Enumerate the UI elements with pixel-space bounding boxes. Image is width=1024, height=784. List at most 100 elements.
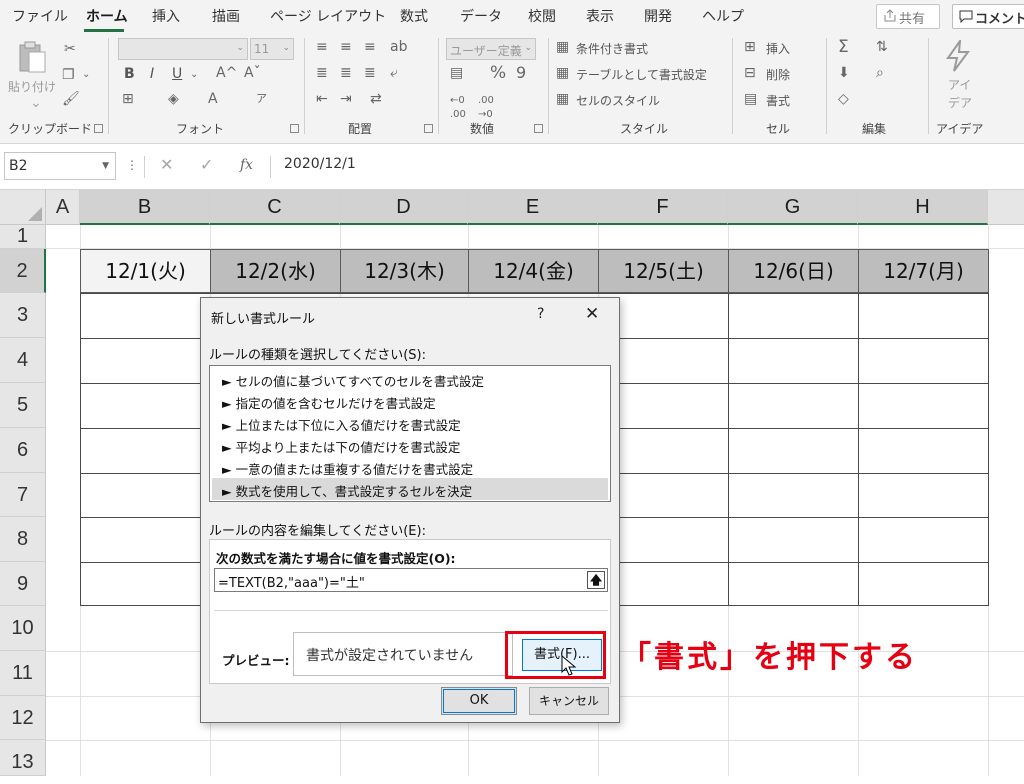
table-format-button[interactable]: テーブルとして書式設定 [576, 66, 707, 83]
cell-c2[interactable]: 12/2(水) [210, 249, 341, 293]
italic-button[interactable]: I [150, 66, 154, 82]
cell-d2[interactable]: 12/3(木) [340, 249, 469, 293]
sort-filter-icon[interactable]: ⇅ [876, 40, 888, 54]
row-header-12[interactable]: 12 [0, 696, 46, 740]
align-top-icon[interactable]: ≡ [316, 40, 328, 54]
font-color-icon[interactable]: A [208, 92, 218, 106]
column-header-c[interactable]: C [210, 190, 340, 225]
number-format-combo[interactable]: ユーザー定義 ⌄ [446, 38, 536, 60]
column-header-h[interactable]: H [858, 190, 988, 225]
column-header-g[interactable]: G [728, 190, 858, 225]
row-header-9[interactable]: 9 [0, 562, 46, 606]
paste-label[interactable]: 貼り付け [8, 78, 56, 95]
decrease-font-icon[interactable]: Aˇ [244, 66, 261, 80]
tab-home[interactable]: ホーム [86, 6, 128, 26]
row-header-4[interactable]: 4 [0, 338, 46, 383]
tab-insert[interactable]: 挿入 [152, 6, 180, 26]
row-header-13[interactable]: 13 [0, 740, 46, 776]
align-right-icon[interactable]: ≣ [364, 66, 376, 80]
select-all-button[interactable] [0, 190, 46, 225]
tab-review[interactable]: 校閲 [528, 6, 556, 26]
cancel-button[interactable]: キャンセル [529, 687, 609, 715]
find-select-icon[interactable]: ⌕ [876, 66, 884, 80]
row-header-2[interactable]: 2 [0, 249, 46, 293]
copy-dropdown-icon[interactable]: ⌄ [82, 68, 90, 82]
decrease-indent-icon[interactable]: ⇤ [316, 92, 328, 106]
insert-cells-button[interactable]: 挿入 [766, 40, 790, 57]
name-box[interactable]: B2 ▼ [4, 152, 116, 180]
tab-help[interactable]: ヘルプ [702, 6, 744, 26]
cut-icon[interactable]: ✂ [64, 42, 76, 56]
row-header-5[interactable]: 5 [0, 383, 46, 428]
rule-item[interactable]: ► 指定の値を含むセルだけを書式設定 [212, 390, 608, 412]
fill-icon[interactable]: ⬇ [838, 66, 850, 80]
tab-view[interactable]: 表示 [586, 6, 614, 26]
borders-icon[interactable]: ⊞ [122, 92, 134, 106]
phonetic-icon[interactable]: ア [256, 92, 267, 106]
row-header-3[interactable]: 3 [0, 293, 46, 338]
cancel-entry-icon[interactable]: ✕ [160, 157, 173, 173]
column-header-d[interactable]: D [340, 190, 468, 225]
rule-item[interactable]: ► 平均より上または下の値だけを書式設定 [212, 434, 608, 456]
column-header-e[interactable]: E [468, 190, 598, 225]
tab-developer[interactable]: 開発 [644, 6, 672, 26]
conditional-format-button[interactable]: 条件付き書式 [576, 40, 648, 57]
cell-g2[interactable]: 12/6(日) [728, 249, 859, 293]
ok-button[interactable]: OK [441, 687, 517, 715]
decrease-decimal-icon[interactable]: .00 →0 [478, 94, 494, 122]
ideas-icon[interactable] [944, 40, 972, 72]
cell-e2[interactable]: 12/4(金) [468, 249, 599, 293]
insert-function-icon[interactable]: fx [240, 158, 253, 172]
tab-page-layout[interactable]: ページ レイアウト [270, 6, 386, 26]
number-launcher-icon[interactable] [534, 124, 543, 133]
tab-file[interactable]: ファイル [12, 6, 68, 26]
table-format-icon[interactable]: ▦ [556, 66, 569, 80]
paste-icon[interactable] [16, 40, 48, 74]
ideas-label-2[interactable]: デア [948, 94, 972, 111]
cell-f2[interactable]: 12/5(土) [598, 249, 729, 293]
tab-formulas[interactable]: 数式 [400, 6, 428, 26]
column-header-a[interactable]: A [46, 190, 80, 225]
formula-input[interactable]: 2020/12/1 [284, 156, 356, 172]
cell-styles-icon[interactable]: ▦ [556, 92, 569, 106]
align-left-icon[interactable]: ≣ [316, 66, 328, 80]
delete-cells-icon[interactable]: ⊟ [744, 66, 756, 80]
fill-color-icon[interactable]: ◈ [168, 92, 179, 106]
rule-item[interactable]: ► 一意の値または重複する値だけを書式設定 [212, 456, 608, 478]
condition-formula-input[interactable]: =TEXT(B2,"aaa")="土" 🡅 [214, 568, 608, 592]
clipboard-launcher-icon[interactable] [94, 124, 103, 133]
row-header-6[interactable]: 6 [0, 428, 46, 473]
accounting-format-icon[interactable]: ▤ [450, 66, 463, 80]
comment-button[interactable]: コメント [952, 4, 1024, 29]
confirm-entry-icon[interactable]: ✓ [200, 157, 213, 173]
column-header-i[interactable] [988, 190, 1024, 225]
percent-icon[interactable]: % [490, 65, 506, 82]
increase-decimal-icon[interactable]: ←0.00 [450, 94, 466, 122]
cell-h2[interactable]: 12/7(月) [858, 249, 989, 293]
clear-icon[interactable]: ◇ [838, 92, 849, 106]
rule-type-list[interactable]: ► セルの値に基づいてすべてのセルを書式設定 ► 指定の値を含むセルだけを書式設… [209, 365, 611, 502]
align-bottom-icon[interactable]: ≡ [364, 40, 376, 54]
autosum-icon[interactable]: Σ [838, 39, 849, 56]
row-header-10[interactable]: 10 [0, 606, 46, 651]
font-size-combo[interactable]: 11 ⌄ [250, 38, 294, 60]
insert-cells-icon[interactable]: ⊞ [744, 40, 756, 54]
format-cells-icon[interactable]: ▤ [744, 92, 757, 106]
help-icon[interactable]: ? [537, 306, 544, 322]
collapse-dialog-icon[interactable]: 🡅 [587, 571, 605, 589]
rule-item[interactable]: ► 上位または下位に入る値だけを書式設定 [212, 412, 608, 434]
comma-style-icon[interactable]: 9 [516, 65, 526, 81]
row-header-8[interactable]: 8 [0, 517, 46, 562]
format-cells-button[interactable]: 書式 [766, 92, 790, 109]
text-direction-icon[interactable]: ⇄ [370, 92, 382, 106]
column-header-b[interactable]: B [80, 190, 210, 225]
align-center-icon[interactable]: ≣ [340, 66, 352, 80]
bold-button[interactable]: B [124, 66, 135, 82]
wrap-text-icon[interactable]: ⤶ [390, 66, 398, 80]
increase-font-icon[interactable]: A^ [216, 66, 237, 80]
tab-data[interactable]: データ [460, 6, 502, 26]
delete-cells-button[interactable]: 削除 [766, 66, 790, 83]
align-middle-icon[interactable]: ≡ [340, 40, 352, 54]
rule-item-selected[interactable]: ► 数式を使用して、書式設定するセルを決定 [212, 478, 608, 500]
share-button[interactable]: 共有 [876, 4, 940, 29]
